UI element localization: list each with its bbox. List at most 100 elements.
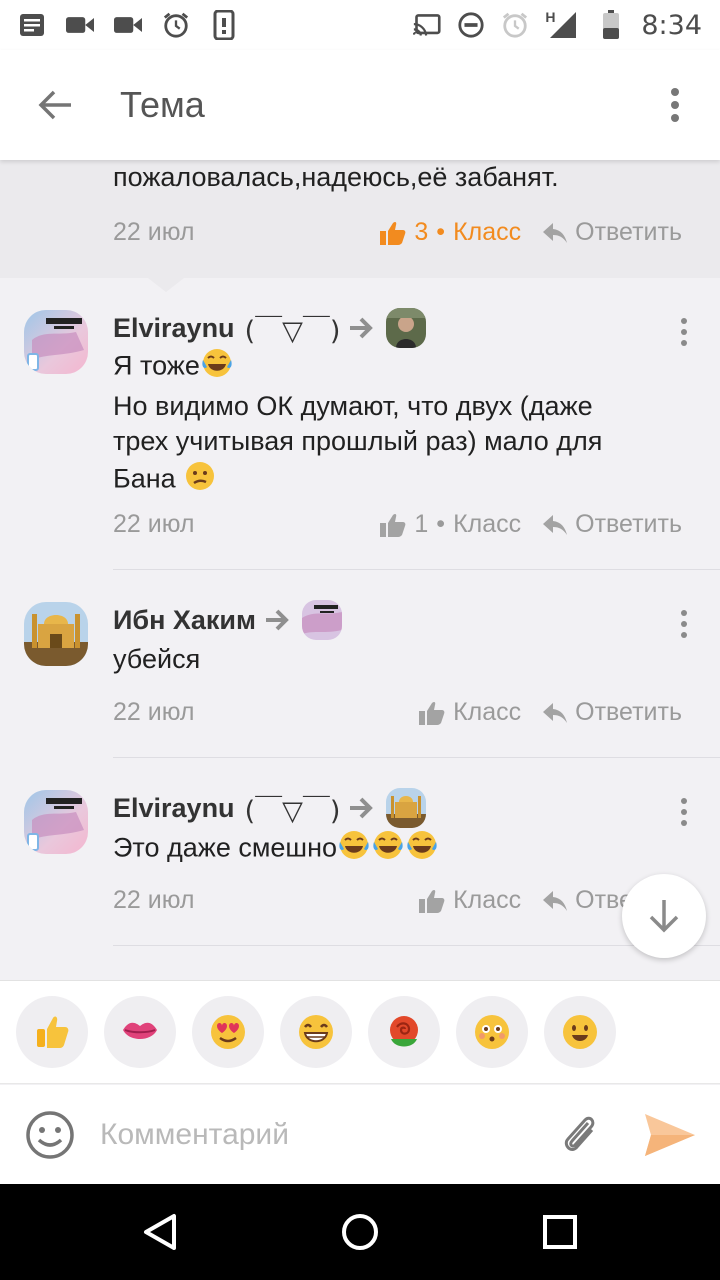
reply-button[interactable]: Ответить [543,698,682,727]
class-button[interactable]: 3 • Класс [380,218,521,247]
reply-label: Ответить [575,218,682,246]
more-vert-icon [671,88,679,122]
tears-of-joy-emoji-icon [337,828,371,871]
recipient-avatar[interactable] [302,600,343,640]
dnd-icon [457,11,485,39]
reply-label: Ответить [575,510,682,538]
comment-meta: 22 июл 3 • Класс Ответить [113,218,682,247]
author-name: Elviraynu [113,312,235,343]
signal-icon: H [545,9,581,39]
video-icon [114,11,142,39]
comment-text: убейся [113,644,201,674]
reply-button[interactable]: Ответить [543,510,682,539]
confused-emoji-icon [183,459,217,502]
avatar[interactable] [24,310,88,374]
attach-button[interactable] [540,1085,620,1184]
thumbs-up-icon [380,513,406,537]
clock: 8:34 [641,9,702,41]
emoji-picker-button[interactable] [0,1085,100,1184]
author-kaomoji: (￣▽￣) [244,795,341,827]
status-left-icons [18,10,238,40]
nav-recents-button[interactable] [520,1192,600,1272]
scroll-down-button[interactable] [622,874,706,958]
thumbs-up-sticker[interactable] [16,996,88,1068]
kiss-lips-sticker[interactable] [104,996,176,1068]
reply-icon [543,702,568,723]
comment-menu-button[interactable] [674,602,694,646]
phone-icon [210,10,238,40]
notes-icon [18,11,46,39]
class-label: Класс [453,698,522,726]
back-button[interactable] [0,50,110,160]
class-button[interactable]: Класс [419,886,521,915]
system-nav-bar [0,1184,720,1280]
status-bar: H 8:34 [0,0,720,50]
grin-sticker[interactable] [280,996,352,1068]
class-label: Класс [453,510,522,538]
send-button[interactable] [620,1085,720,1184]
thumbs-up-icon [419,889,445,913]
nav-home-button[interactable] [320,1192,400,1272]
rose-icon [390,1016,418,1047]
blush-icon [475,1015,509,1049]
comment-author[interactable]: Ибн Хаким [113,600,343,640]
overflow-menu-button[interactable] [630,50,720,160]
status-right-icons: H 8:34 [413,9,702,41]
tears-of-joy-emoji-icon [405,828,439,871]
app-bar: Тема [0,50,720,160]
heart-eyes-icon [211,1015,245,1049]
class-button[interactable]: Класс [419,698,521,727]
avatar[interactable] [24,790,88,854]
thumbs-up-icon [37,1016,69,1048]
author-kaomoji: (￣▽￣) [244,315,341,347]
comment-input[interactable] [100,1104,540,1165]
heart-eyes-sticker[interactable] [192,996,264,1068]
network-type-label: H [545,9,556,25]
author-name: Ибн Хаким [113,604,257,635]
reply-button[interactable]: Ответить [543,218,682,247]
video-icon [66,11,94,39]
comment-item: Elviraynu (￣▽￣) Это даже смешно 22 июл К… [0,758,720,946]
nav-back-button[interactable] [120,1192,200,1272]
alarm-icon [162,11,190,39]
comment-item: Ибн Хаким убейся 22 июл Класс Ответить [0,570,720,758]
comment-meta: 22 июл 1 • Класс Ответить [113,510,682,539]
smile-sticker[interactable] [544,996,616,1068]
thumbs-up-icon [419,701,445,725]
comment-author[interactable]: Elviraynu (￣▽￣) [113,308,427,348]
circle-home-icon [342,1214,378,1250]
arrow-right-icon [350,797,374,819]
sticker-bar [0,980,720,1084]
smiley-icon [26,1110,74,1159]
author-name: Elviraynu [113,792,235,823]
comment-line: Это даже смешно [113,832,338,863]
blush-sticker[interactable] [456,996,528,1068]
grin-icon [299,1015,333,1049]
rose-sticker[interactable] [368,996,440,1068]
avatar[interactable] [24,602,88,666]
page-title: Тема [120,84,205,125]
arrow-right-icon [350,317,374,339]
paperclip-icon [564,1116,595,1151]
comment-meta: 22 июл Класс Ответить [113,886,682,915]
arrow-down-icon [649,900,679,933]
comment-date: 22 июл [113,510,195,538]
comment-author[interactable]: Elviraynu (￣▽￣) [113,788,427,828]
recipient-avatar[interactable] [386,788,427,828]
comment-feed[interactable]: пожаловалась,надеюсь,её забанят. 22 июл … [0,160,720,980]
class-button[interactable]: 1 • Класс [380,510,521,539]
arrow-right-icon [266,609,289,631]
cast-icon [413,11,441,39]
class-label: Класс [453,886,522,914]
triangle-back-icon [144,1214,176,1250]
comment-date: 22 июл [113,698,195,726]
square-recents-icon [543,1215,577,1249]
alarm-icon [501,11,529,39]
comment-date: 22 июл [113,886,195,914]
divider [113,945,720,946]
comment-text: Я тоже Но видимо ОК думают, что двух (да… [113,346,680,502]
reply-label: Ответить [575,698,682,726]
recipient-avatar[interactable] [386,308,427,348]
comment-text: Это даже смешно [113,828,680,871]
comment-line: трех учитывая прошлый раз) мало для [113,426,603,456]
